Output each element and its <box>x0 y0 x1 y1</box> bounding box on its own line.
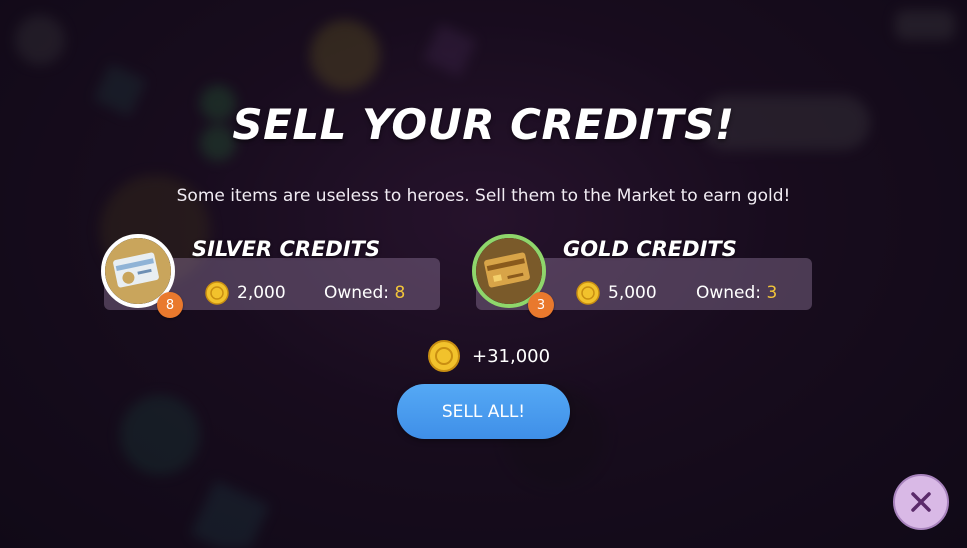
close-button[interactable] <box>893 474 949 530</box>
silver-credits-owned: Owned: 8 <box>324 283 406 303</box>
total-gold-coin-icon <box>428 340 460 372</box>
close-icon <box>911 492 931 512</box>
silver-credits-count-badge: 8 <box>157 292 183 318</box>
silver-credits-title: SILVER CREDITS <box>192 237 381 261</box>
gold-coin-icon <box>576 281 600 305</box>
gold-credits-owned: Owned: 3 <box>696 283 778 303</box>
modal-subtitle: Some items are useless to heroes. Sell t… <box>176 186 791 206</box>
gold-credits-title: GOLD CREDITS <box>563 237 737 261</box>
gold-coin-icon <box>205 281 229 305</box>
gold-credits-owned-count: 3 <box>766 283 778 303</box>
total-gold-amount: +31,000 <box>472 346 551 367</box>
gold-credits-count-badge: 3 <box>528 292 554 318</box>
silver-credits-price: 2,000 <box>237 283 286 303</box>
sell-all-button[interactable]: SELL ALL! <box>397 384 570 439</box>
silver-credits-owned-count: 8 <box>394 283 406 303</box>
gold-credits-price: 5,000 <box>608 283 657 303</box>
modal-title: SELL YOUR CREDITS! <box>232 100 735 149</box>
